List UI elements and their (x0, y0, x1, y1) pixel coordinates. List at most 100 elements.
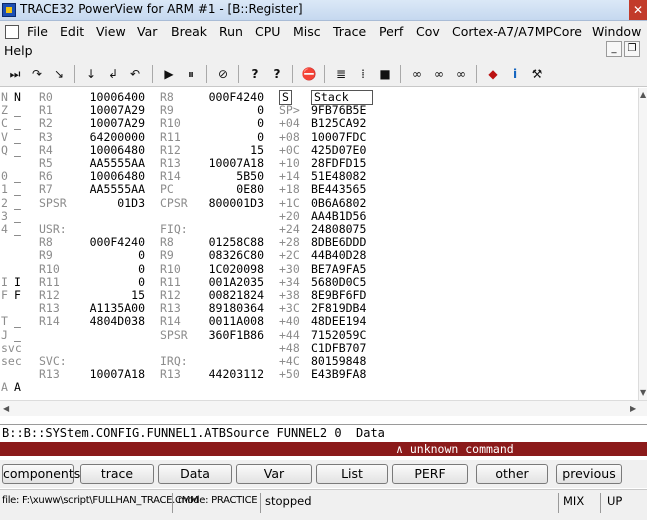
register-name: R8 (160, 235, 174, 250)
help-pointer-icon[interactable]: ? (268, 65, 286, 83)
menu-trace[interactable]: Trace (333, 24, 366, 39)
register-name: R10 (160, 116, 181, 131)
menu-misc[interactable]: Misc (293, 24, 321, 39)
data-button[interactable]: Data (158, 464, 232, 484)
menu-window[interactable]: Window (592, 24, 641, 39)
flag-name: 3 (1, 208, 8, 223)
perf-button[interactable]: PERF (392, 464, 468, 484)
register-value: 00821824 (208, 288, 264, 302)
status-divider (558, 493, 559, 513)
stop-icon[interactable]: ⛔ (300, 65, 318, 83)
menu-file[interactable]: File (27, 24, 48, 39)
register-name: R5 (39, 156, 53, 170)
step-over-icon[interactable]: ↷ (28, 65, 46, 83)
error-message: ∧ unknown command (0, 442, 647, 456)
stack-value: 425D07E0 (311, 142, 367, 157)
register-value: 0E80 (236, 182, 264, 197)
register-value: 10006400 (89, 90, 145, 104)
flag-name: 0 (1, 169, 8, 184)
register-name: R13 (160, 301, 181, 316)
vertical-scrollbar[interactable]: ▲ ▼ (638, 88, 647, 400)
glasses-icon-3[interactable]: ∞ (452, 65, 470, 83)
stack-value: AA4B1D56 (311, 208, 367, 223)
register-value: 10007A29 (89, 116, 145, 131)
down-arrow-icon[interactable]: ↓ (82, 65, 100, 83)
stack-offset: +20 (279, 208, 300, 223)
close-icon[interactable]: ✕ (629, 0, 647, 20)
stack-value: 7152059C (311, 327, 367, 342)
register-value: 800001D3 (208, 195, 264, 210)
chip-icon[interactable]: ■ (376, 65, 394, 83)
help-icon[interactable]: ? (246, 65, 264, 83)
stack-value: 8E9BF6FD (311, 288, 367, 302)
previous-button[interactable]: previous (556, 464, 622, 484)
check-icon[interactable]: ↲ (104, 65, 122, 83)
flag-name: V (1, 129, 8, 144)
scroll-up-icon[interactable]: ▲ (640, 90, 646, 99)
menu-cortex[interactable]: Cortex-A7/A7MPCore (452, 24, 582, 39)
scroll-right-icon[interactable]: ▶ (630, 404, 636, 413)
toolbar-separator (238, 65, 239, 83)
info-icon[interactable]: i (506, 65, 524, 83)
flag-name: F (1, 288, 8, 302)
stack-value: 10007FDC (311, 129, 367, 144)
status-divider (260, 493, 261, 513)
register-value: AA5555AA (89, 182, 145, 197)
step-into-icon[interactable]: ↘ (50, 65, 68, 83)
register-name: R6 (39, 169, 53, 184)
no-icon[interactable]: ⊘ (214, 65, 232, 83)
list-icon[interactable]: ≣ (332, 65, 350, 83)
memory-icon[interactable]: ⁞ (354, 65, 372, 83)
break-icon[interactable]: ⏸ (182, 65, 200, 83)
wrench-icon[interactable]: ⚒ (528, 65, 546, 83)
return-icon[interactable]: ↶ (126, 65, 144, 83)
mdi-minimize-button[interactable]: _ (606, 41, 622, 57)
register-name: R0 (39, 90, 53, 104)
horizontal-scrollbar[interactable]: ◀ ▶ (0, 400, 647, 416)
menu-help[interactable]: Help (4, 43, 33, 58)
command-input[interactable]: B::B::SYStem.CONFIG.FUNNEL1.ATBSource FU… (0, 424, 647, 442)
glasses-icon[interactable]: ∞ (408, 65, 426, 83)
flag-name: T (1, 314, 8, 329)
menu-run[interactable]: Run (219, 24, 243, 39)
menu-cov[interactable]: Cov (416, 24, 440, 39)
list-button[interactable]: List (316, 464, 388, 484)
menu-view[interactable]: View (96, 24, 126, 39)
glasses-icon-2[interactable]: ∞ (430, 65, 448, 83)
go-icon[interactable]: ▶ (160, 65, 178, 83)
components-button[interactable]: components (2, 464, 80, 484)
scroll-down-icon[interactable]: ▼ (640, 388, 646, 397)
softkey-bar: components trace Data Var List PERF othe… (0, 460, 647, 488)
menu-perf[interactable]: Perf (379, 24, 403, 39)
menu-cpu[interactable]: CPU (255, 24, 280, 39)
stack-offset: +3C (279, 301, 300, 316)
register-name: R1 (39, 103, 53, 118)
var-button[interactable]: Var (236, 464, 312, 484)
register-name: R12 (160, 288, 181, 302)
stack-value: BE443565 (311, 182, 367, 197)
stack-value: E43B9FA8 (311, 367, 367, 382)
menu-edit[interactable]: Edit (60, 24, 84, 39)
document-icon[interactable] (5, 25, 19, 39)
register-value: 10007A29 (89, 103, 145, 118)
toolbar-separator (400, 65, 401, 83)
menu-var[interactable]: Var (137, 24, 157, 39)
stack-value: 9FB76B5E (311, 103, 367, 118)
register-value: 000F4240 (208, 90, 264, 104)
stack-offset: +4C (279, 354, 300, 368)
target-icon[interactable]: ◆ (484, 65, 502, 83)
status-state: stopped (265, 494, 312, 508)
status-divider (172, 493, 173, 513)
other-button[interactable]: other (476, 464, 548, 484)
register-name: R13 (39, 367, 60, 382)
register-name: R11 (160, 129, 181, 144)
register-name: R14 (160, 314, 181, 329)
menu-break[interactable]: Break (171, 24, 207, 39)
flag-value: _ (14, 103, 21, 118)
mdi-restore-button[interactable]: ❐ (624, 41, 640, 57)
scroll-left-icon[interactable]: ◀ (3, 404, 9, 413)
trace-button[interactable]: trace (80, 464, 154, 484)
step-icon[interactable]: ⏭ (6, 65, 24, 83)
register-name: R10 (39, 261, 60, 276)
trace32-app-icon[interactable] (2, 3, 16, 17)
